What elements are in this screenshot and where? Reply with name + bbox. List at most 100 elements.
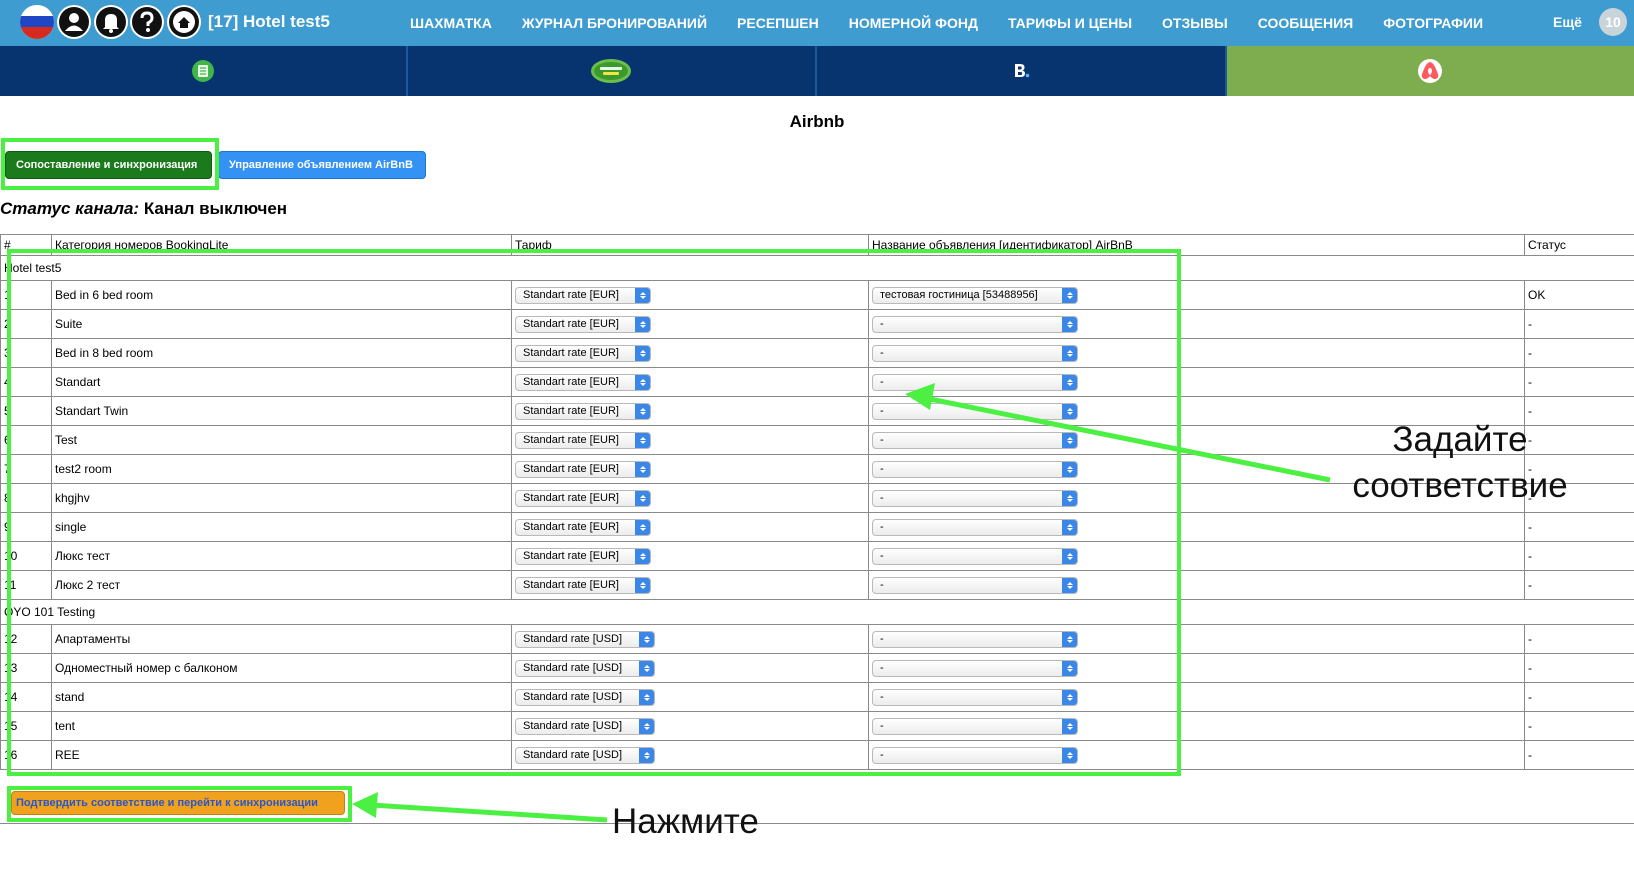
select-arrows-icon <box>635 316 650 332</box>
airbnb-listing-select[interactable]: - <box>872 630 1078 648</box>
rate-select[interactable]: Standart rate [EUR] <box>515 460 651 478</box>
listing-select-value: - <box>880 749 884 761</box>
rate-select[interactable]: Standart rate [EUR] <box>515 344 651 362</box>
airbnb-listing-select[interactable]: - <box>872 659 1078 677</box>
channel-status: Статус канала: Канал выключен <box>0 199 287 219</box>
listing-select-value: - <box>880 376 884 388</box>
rate-select[interactable]: Standart rate [EUR] <box>515 373 651 391</box>
table-row: 15 tent Standard rate [USD] - - <box>0 711 1634 741</box>
row-status: - <box>1524 541 1634 571</box>
airbnb-listing-select[interactable]: - <box>872 547 1078 565</box>
rate-select[interactable]: Standard rate [USD] <box>515 688 655 706</box>
mapping-sync-tab-button[interactable]: Сопоставление и синхронизация <box>5 151 212 179</box>
select-arrows-icon <box>635 287 650 303</box>
menu-item-reception[interactable]: РЕСЕПШЕН <box>737 15 819 31</box>
airbnb-listing-select[interactable]: - <box>872 373 1078 391</box>
rate-cell: Standart rate [EUR] <box>511 367 869 397</box>
table-row: 13 Одноместный номер с балконом Standard r… <box>0 653 1634 683</box>
menu-item-rates-prices[interactable]: ТАРИФЫ И ЦЕНЫ <box>1008 15 1132 31</box>
menu-item-reviews[interactable]: ОТЗЫВЫ <box>1162 15 1228 31</box>
home-history-icon[interactable] <box>167 5 201 39</box>
notification-count-badge[interactable]: 10 <box>1599 8 1627 36</box>
bell-notification-icon[interactable] <box>94 5 128 39</box>
airbnb-listing-select[interactable]: - <box>872 688 1078 706</box>
rate-select[interactable]: Standart rate [EUR] <box>515 576 651 594</box>
menu-item-photos[interactable]: ФОТОГРАФИИ <box>1383 15 1483 31</box>
table-row: 4 Standart Standart rate [EUR] - - <box>0 367 1634 397</box>
select-arrows-icon <box>635 345 650 361</box>
bookinglite-logo-icon <box>591 59 632 83</box>
airbnb-listing-select[interactable]: - <box>872 460 1078 478</box>
rate-select-value: Standard rate [USD] <box>523 720 623 732</box>
room-category-name: Люкс 2 тест <box>51 570 512 600</box>
rate-select[interactable]: Standard rate [USD] <box>515 630 655 648</box>
annotation-press: Нажмите <box>612 802 759 841</box>
channel-status-value: Канал выключен <box>143 199 288 218</box>
rate-cell: Standart rate [EUR] <box>511 512 869 542</box>
airbnb-listing-select[interactable]: - <box>872 431 1078 449</box>
row-number: 14 <box>0 682 52 712</box>
channel-status-label: Статус канала: <box>0 199 140 218</box>
rate-select-value: Standart rate [EUR] <box>523 347 619 359</box>
airbnb-listing-select[interactable]: тестовая гостиница [53488956] <box>872 286 1078 304</box>
room-category-name: Bed in 8 bed room <box>51 338 512 368</box>
menu-item-room-stock[interactable]: НОМЕРНОЙ ФОНД <box>849 15 978 31</box>
airbnb-listing-select[interactable]: - <box>872 746 1078 764</box>
confirm-mapping-button[interactable]: Подтвердить соответствие и перейти к син… <box>11 791 345 815</box>
table-row: 16 REE Standard rate [USD] - - <box>0 740 1634 770</box>
menu-item-messages[interactable]: СООБЩЕНИЯ <box>1258 15 1353 31</box>
airbnb-listing-select[interactable]: - <box>872 717 1078 735</box>
property-group-name: OYO 101 Testing <box>0 599 1634 625</box>
airbnb-listing-select[interactable]: - <box>872 489 1078 507</box>
manage-listing-tab-button[interactable]: Управление объявлением AirBnB <box>218 151 426 179</box>
airbnb-listing-select[interactable]: - <box>872 402 1078 420</box>
rate-select[interactable]: Standart rate [EUR] <box>515 286 651 304</box>
channel-tab-bookinglite-list[interactable] <box>0 46 408 96</box>
menu-item-chessboard[interactable]: ШАХМАТКА <box>410 15 492 31</box>
select-arrows-icon <box>1062 519 1077 535</box>
row-status: - <box>1524 570 1634 600</box>
rate-select[interactable]: Standart rate [EUR] <box>515 547 651 565</box>
select-arrows-icon <box>639 631 654 647</box>
russian-flag-icon[interactable] <box>20 5 54 39</box>
airbnb-listing-select[interactable]: - <box>872 344 1078 362</box>
select-arrows-icon <box>1062 316 1077 332</box>
select-arrows-icon <box>635 577 650 593</box>
menu-item-bookings-log[interactable]: ЖУРНАЛ БРОНИРОВАНИЙ <box>522 15 707 31</box>
airbnb-listing-select[interactable]: - <box>872 576 1078 594</box>
help-question-icon[interactable] <box>130 5 164 39</box>
rate-select-value: Standart rate [EUR] <box>523 550 619 562</box>
table-row: 14 stand Standard rate [USD] - - <box>0 682 1634 712</box>
rate-select[interactable]: Standard rate [USD] <box>515 659 655 677</box>
rate-cell: Standard rate [USD] <box>511 711 869 741</box>
hotel-title[interactable]: [17] Hotel test5 <box>208 12 330 32</box>
listing-cell: - <box>868 541 1525 571</box>
rate-cell: Standard rate [USD] <box>511 682 869 712</box>
more-menu-link[interactable]: Ещё <box>1553 14 1582 30</box>
select-arrows-icon <box>1062 287 1077 303</box>
column-header-number: # <box>0 234 52 256</box>
airbnb-listing-select[interactable]: - <box>872 315 1078 333</box>
rate-select[interactable]: Standart rate [EUR] <box>515 431 651 449</box>
select-arrows-icon <box>1062 403 1077 419</box>
airbnb-logo-icon <box>1418 59 1443 83</box>
rate-cell: Standart rate [EUR] <box>511 570 869 600</box>
page-title: Airbnb <box>789 112 845 131</box>
user-profile-icon[interactable] <box>57 5 91 39</box>
rate-select[interactable]: Standard rate [USD] <box>515 746 655 764</box>
row-status: OK <box>1524 280 1634 310</box>
airbnb-listing-select[interactable]: - <box>872 518 1078 536</box>
rate-select[interactable]: Standart rate [EUR] <box>515 489 651 507</box>
channel-tab-bookinglite[interactable] <box>407 46 817 96</box>
row-number: 3 <box>0 338 52 368</box>
rate-select[interactable]: Standart rate [EUR] <box>515 315 651 333</box>
select-arrows-icon <box>639 747 654 763</box>
channel-tab-airbnb[interactable] <box>1226 46 1634 96</box>
rate-select[interactable]: Standard rate [USD] <box>515 717 655 735</box>
channel-tab-booking-com[interactable] <box>817 46 1227 96</box>
rate-select[interactable]: Standart rate [EUR] <box>515 518 651 536</box>
row-number: 11 <box>0 570 52 600</box>
room-category-name: REE <box>51 740 512 770</box>
rate-select[interactable]: Standart rate [EUR] <box>515 402 651 420</box>
room-category-name: Bed in 6 bed room <box>51 280 512 310</box>
